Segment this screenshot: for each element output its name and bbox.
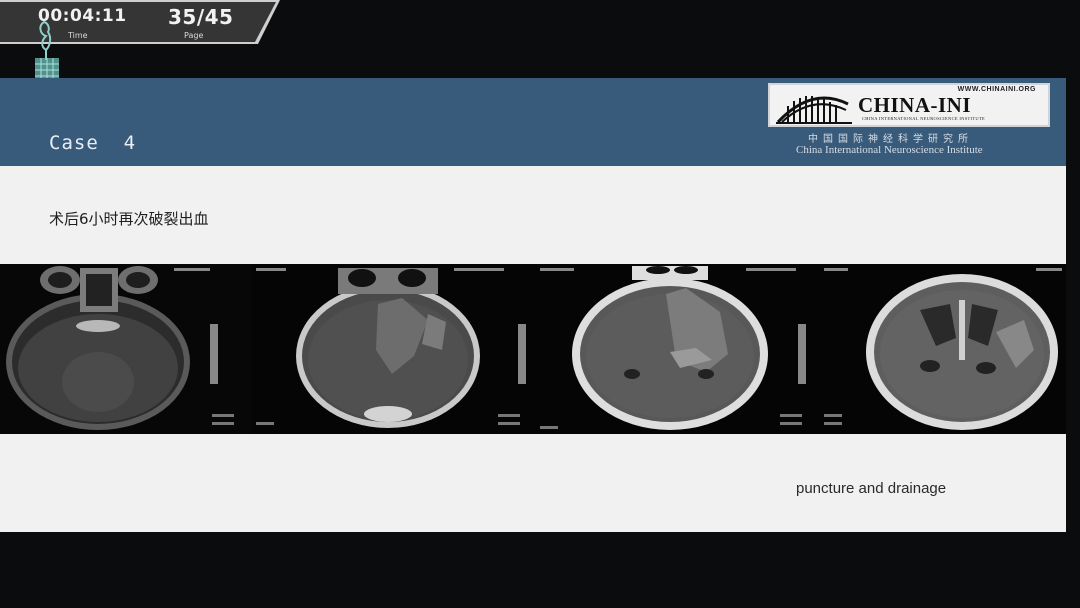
slide-subtitle: 术后6小时再次破裂出血 bbox=[49, 210, 209, 228]
institute-name: CHINA-INI bbox=[858, 93, 972, 117]
institute-logo: WWW.CHINAINI.ORG CHINA-INI CHINA INTERNA… bbox=[768, 83, 1050, 127]
page-counter-label: Page bbox=[184, 31, 204, 40]
institute-name-chinese: 中国国际神经科学研究所 bbox=[808, 134, 973, 145]
tree-logo-icon bbox=[35, 20, 59, 82]
slide-caption: puncture and drainage bbox=[796, 480, 947, 497]
building-arches-icon bbox=[776, 96, 852, 124]
page-counter: 35/45 bbox=[168, 5, 234, 29]
presentation-slide: Case 4 WWW.CHINAINI.ORG CHINA-INI CHINA … bbox=[0, 78, 1066, 532]
institute-subname: CHINA INTERNATIONAL NEUROSCIENCE INSTITU… bbox=[862, 116, 986, 121]
ct-scan-image bbox=[536, 264, 820, 434]
slide-header: Case 4 WWW.CHINAINI.ORG CHINA-INI CHINA … bbox=[0, 78, 1066, 166]
ct-image-strip bbox=[0, 264, 1066, 434]
ct-scan-image bbox=[252, 264, 538, 434]
institute-url: WWW.CHINAINI.ORG bbox=[957, 86, 1036, 93]
ct-scan-image bbox=[820, 264, 1066, 434]
ct-scan-image bbox=[0, 264, 260, 434]
slide-title: Case 4 bbox=[49, 132, 137, 154]
elapsed-time-label: Time bbox=[68, 31, 88, 40]
slide-body: 术后6小时再次破裂出血 puncture and drainage bbox=[0, 166, 1066, 532]
institute-name-english: China International Neuroscience Institu… bbox=[796, 144, 983, 156]
